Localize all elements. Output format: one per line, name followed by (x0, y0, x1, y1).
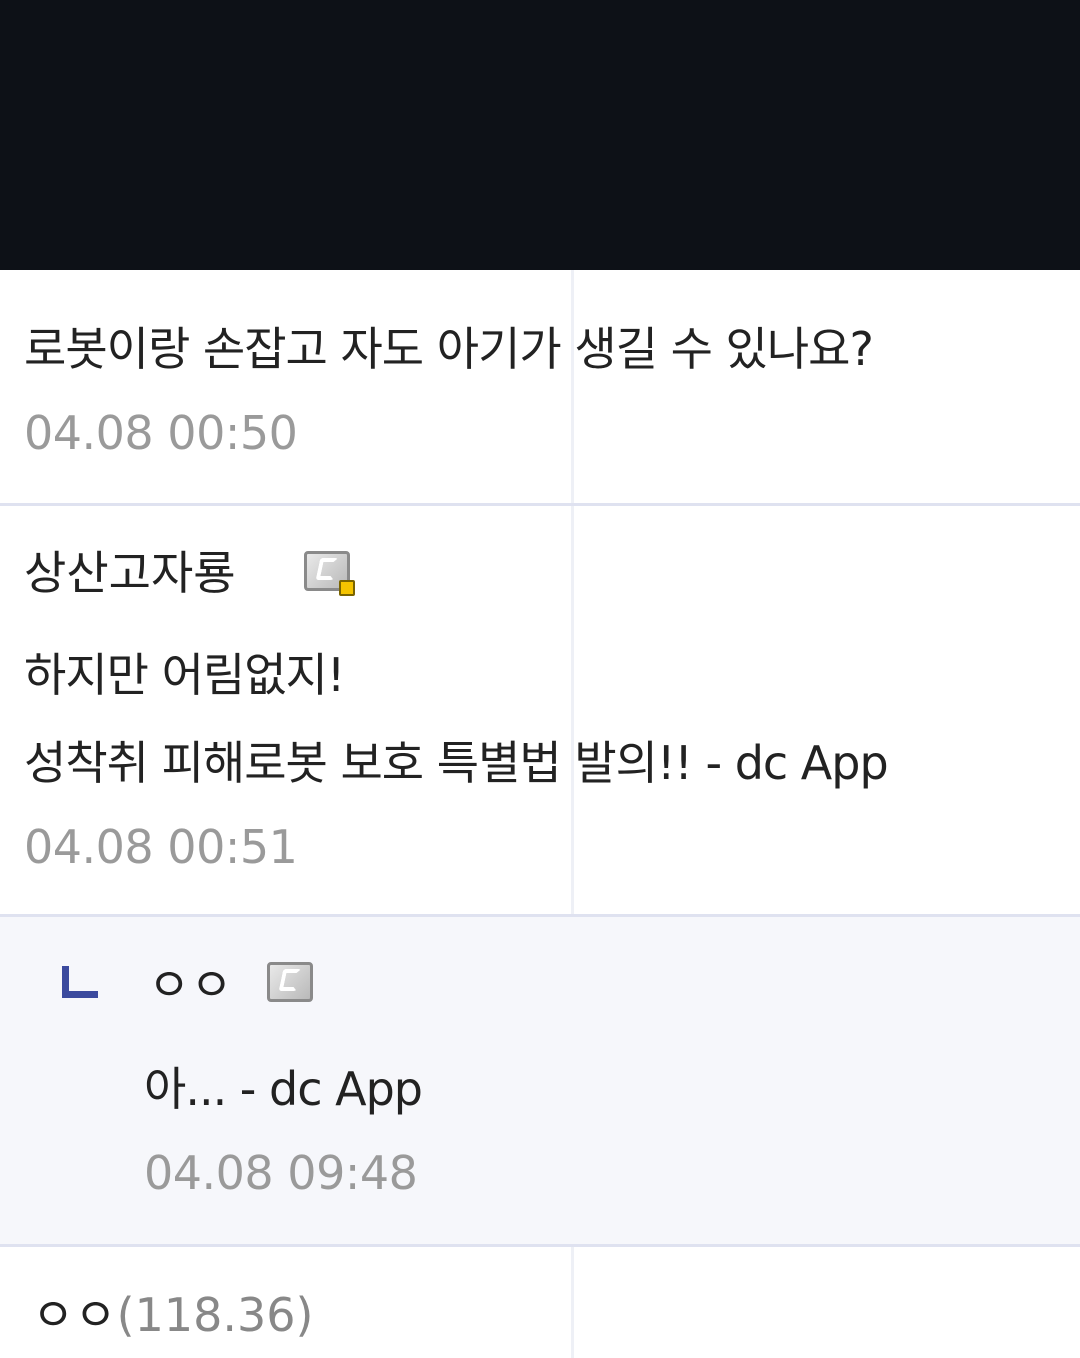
comment-date: 04.08 00:50 (24, 406, 298, 460)
comment-body-line2: 성착취 피해로봇 보호 특별법 발의!! - dc App (24, 736, 889, 790)
gallog-icon[interactable] (267, 962, 313, 1002)
top-dark-area (0, 0, 1080, 270)
comment-nickname[interactable]: ㅇㅇ(118.36) (32, 1292, 314, 1338)
reply-body: 아... - dc App (144, 1062, 423, 1116)
reply-nickname[interactable]: ㅇㅇ (148, 962, 233, 1008)
comment-nickname[interactable]: 상산고자룡 (24, 550, 236, 596)
comment-page: 로봇이랑 손잡고 자도 아기가 생길 수 있나요? 04.08 00:50 상산… (0, 0, 1080, 1358)
ip-address: (118.36) (116, 1288, 314, 1342)
comment-body-line1: 하지만 어림없지! (24, 648, 345, 702)
comment-divider (0, 1244, 1080, 1247)
reply-arrow-icon (62, 966, 98, 998)
comment-divider (0, 503, 1080, 506)
comment-body: 로봇이랑 손잡고 자도 아기가 생길 수 있나요? (24, 322, 874, 376)
reply-date: 04.08 09:48 (144, 1146, 418, 1200)
nickname-text: ㅇㅇ (32, 1288, 117, 1342)
comment-date: 04.08 00:51 (24, 820, 298, 874)
gallog-icon[interactable] (304, 551, 355, 596)
